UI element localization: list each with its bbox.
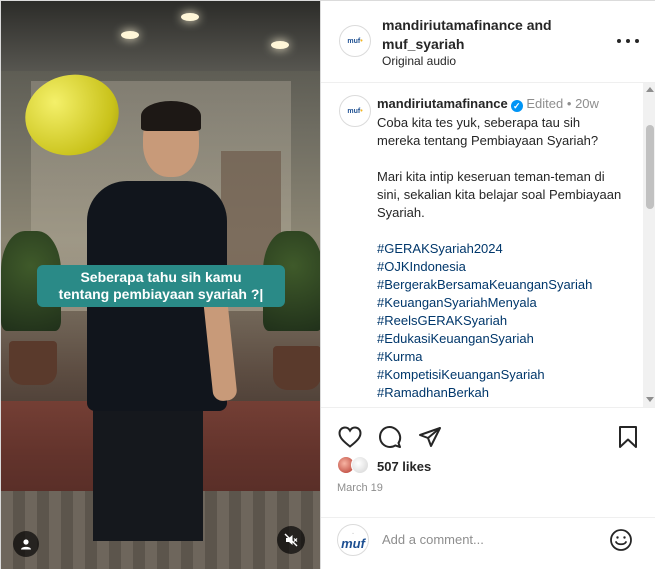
video-pot <box>273 346 320 390</box>
like-button[interactable] <box>337 424 363 450</box>
video-pot <box>9 341 57 385</box>
post-date[interactable]: March 19 <box>337 482 383 494</box>
paper-plane-icon <box>419 427 441 447</box>
post-age[interactable]: 20w <box>575 96 599 111</box>
author-avatar[interactable]: muf• <box>339 25 371 57</box>
reel-video[interactable]: Seberapa tahu sih kamu tentang pembiayaa… <box>1 1 320 569</box>
heart-icon <box>338 426 362 448</box>
caption-header: mandiriutamafinance ✓ Edited • 20w <box>377 96 599 112</box>
likers-avatars[interactable] <box>337 456 377 476</box>
video-ceiling <box>1 1 320 71</box>
caption-username[interactable]: mandiriutamafinance <box>377 96 508 111</box>
viewer-avatar: ◦ muf <box>337 524 369 556</box>
ceiling-light <box>121 31 139 39</box>
hashtag-link[interactable]: #Kurma <box>377 348 627 366</box>
video-caption-line2: tentang pembiayaan syariah ?| <box>58 286 264 302</box>
tagged-users-button[interactable] <box>13 531 39 557</box>
caption-text: Coba kita tes yuk, seberapa tau sih mere… <box>377 114 627 402</box>
hashtag-link[interactable]: #ReelsGERAKSyariah <box>377 312 627 330</box>
meta-separator: • <box>566 96 572 111</box>
hashtag-link[interactable]: #GERAKSyariah2024 <box>377 240 627 258</box>
video-caption-line1: Seberapa tahu sih kamu <box>80 269 242 285</box>
scrollbar-thumb[interactable] <box>646 125 654 209</box>
hashtag-link[interactable]: #BergerakBersamaKeuanganSyariah <box>377 276 627 294</box>
ceiling-light <box>181 13 199 21</box>
scroll-down-arrow-icon[interactable] <box>646 397 654 402</box>
share-button[interactable] <box>417 424 443 450</box>
muf-logo-icon: muf• <box>347 107 363 115</box>
hashtag-link[interactable]: #RamadhanBerkah <box>377 384 627 402</box>
post-dialog: Seberapa tahu sih kamu tentang pembiayaa… <box>0 0 655 569</box>
post-details-panel: muf• mandiriutamafinance and muf_syariah… <box>320 1 655 569</box>
video-person-hair <box>141 101 201 131</box>
mute-button[interactable] <box>277 526 305 554</box>
caption-scroll-area[interactable]: muf• mandiriutamafinance ✓ Edited • 20w C… <box>321 83 643 407</box>
like-count[interactable]: 507 likes <box>377 459 431 474</box>
caption-paragraph2: Mari kita intip keseruan teman-teman di … <box>377 169 622 220</box>
video-caption-overlay: Seberapa tahu sih kamu tentang pembiayaa… <box>37 265 285 307</box>
comment-input[interactable]: Add a comment... <box>382 532 484 547</box>
post-header: muf• mandiriutamafinance and muf_syariah… <box>321 1 655 83</box>
comment-bubble-icon <box>379 426 402 448</box>
more-dot <box>617 39 621 43</box>
more-options-icon[interactable] <box>617 31 639 51</box>
caption-paragraph1: Coba kita tes yuk, seberapa tau sih mere… <box>377 115 599 148</box>
more-dot <box>626 39 630 43</box>
verified-badge-icon: ✓ <box>510 100 523 112</box>
header-account-line1[interactable]: mandiriutamafinance and <box>382 17 552 33</box>
comment-button[interactable] <box>377 424 403 450</box>
more-dot <box>635 39 639 43</box>
liker-avatar <box>351 456 369 474</box>
smiley-icon <box>610 529 632 551</box>
save-button[interactable] <box>615 424 641 450</box>
viewer-avatar-text: muf <box>341 535 365 551</box>
ceiling-light <box>271 41 289 49</box>
hashtag-link[interactable]: #KompetisiKeuanganSyariah <box>377 366 627 384</box>
scroll-up-arrow-icon[interactable] <box>646 87 654 92</box>
caption-author-avatar[interactable]: muf• <box>339 95 371 127</box>
muf-logo-icon: muf• <box>347 37 363 45</box>
hashtag-link[interactable]: #KeuanganSyariahMenyala <box>377 294 627 312</box>
bookmark-icon <box>619 426 637 448</box>
caption-scrollbar[interactable] <box>643 83 655 407</box>
speaker-muted-icon <box>284 533 298 547</box>
post-actions: 507 likes March 19 <box>321 407 655 517</box>
hashtag-link[interactable]: #EdukasiKeuanganSyariah <box>377 330 627 348</box>
original-audio-link[interactable]: Original audio <box>382 54 456 68</box>
hashtag-link[interactable]: #OJKIndonesia <box>377 258 627 276</box>
user-icon <box>21 539 31 550</box>
emoji-button[interactable] <box>609 528 633 557</box>
header-account-line2[interactable]: muf_syariah <box>382 36 464 52</box>
edited-label: Edited <box>526 96 564 111</box>
comment-bar: ◦ muf Add a comment... <box>321 517 655 569</box>
